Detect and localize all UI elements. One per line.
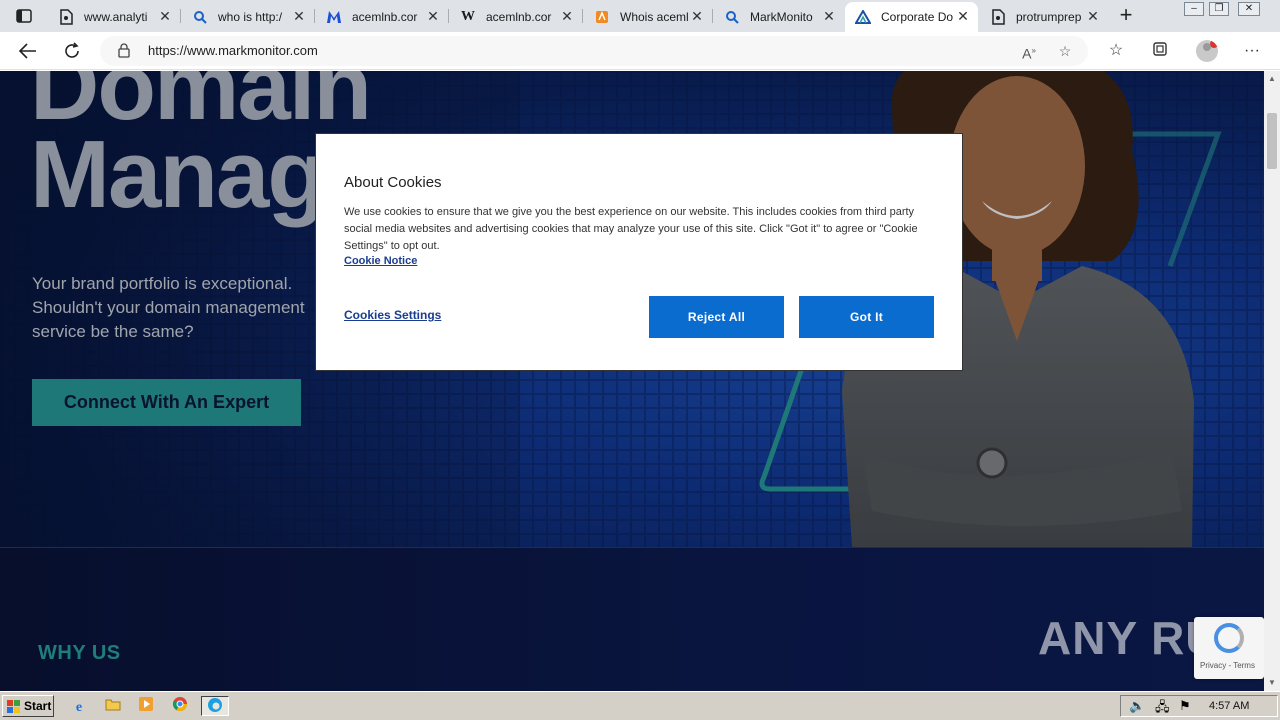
cookie-notice-link[interactable]: Cookie Notice <box>344 255 417 267</box>
tab-close-icon[interactable]: ✕ <box>822 9 836 23</box>
browser-toolbar: https://www.markmonitor.com A» ☆ ☆ ··· <box>0 32 1280 70</box>
new-tab-button[interactable]: + <box>1114 4 1138 28</box>
search-icon <box>724 9 740 25</box>
tab-separator <box>582 9 583 23</box>
clock: 4:57 AM <box>1209 700 1250 712</box>
tab-analytics[interactable]: www.analyti ✕ <box>48 2 180 32</box>
cookie-dialog-title: About Cookies <box>344 174 442 191</box>
url-text: https://www.markmonitor.com <box>148 43 318 58</box>
restore-button[interactable]: ❐ <box>1209 2 1229 16</box>
tab-label: www.analyti <box>84 10 148 24</box>
more-options-icon[interactable]: ··· <box>1240 40 1264 62</box>
cookie-dialog: About Cookies We use cookies to ensure t… <box>315 133 963 371</box>
notification-dot <box>1210 40 1218 48</box>
address-bar[interactable]: https://www.markmonitor.com A» ☆ <box>100 36 1088 66</box>
lock-icon <box>118 43 130 58</box>
tab-markmonitor-search[interactable]: MarkMonito ✕ <box>714 2 844 32</box>
volume-icon[interactable]: 🔈 <box>1129 698 1145 714</box>
tab-close-icon[interactable]: ✕ <box>956 9 970 23</box>
tab-close-icon[interactable]: ✕ <box>560 9 574 23</box>
profile-avatar[interactable] <box>1196 40 1218 62</box>
tab-corporate-domain[interactable]: Corporate Do ✕ <box>845 2 978 32</box>
close-window-button[interactable]: ✕ <box>1238 2 1260 16</box>
edge-taskbar-icon[interactable] <box>201 696 229 716</box>
back-button[interactable] <box>14 38 42 64</box>
refresh-icon <box>65 42 79 58</box>
refresh-button[interactable] <box>58 38 86 64</box>
tab-separator <box>448 9 449 23</box>
tab-protrump[interactable]: protrumprep ✕ <box>980 2 1108 32</box>
system-tray: 🔈 🖧 ⚑ 4:57 AM <box>1120 695 1278 717</box>
search-icon <box>192 9 208 25</box>
page-scrollbar[interactable]: ▲ ▼ <box>1264 71 1280 691</box>
minimize-button[interactable]: – <box>1184 2 1204 16</box>
read-aloud-icon[interactable]: A» <box>1018 41 1040 62</box>
wikipedia-icon: W <box>461 9 475 24</box>
reject-all-button[interactable]: Reject All <box>649 296 784 338</box>
windows-taskbar: Start e 🔈 🖧 ⚑ 4:57 AM <box>0 691 1280 720</box>
close-icon: ✕ <box>1244 3 1254 14</box>
tab-close-icon[interactable]: ✕ <box>1086 9 1100 23</box>
tab-whois[interactable]: Whois aceml ✕ <box>584 2 712 32</box>
tab-close-icon[interactable]: ✕ <box>426 9 440 23</box>
tab-separator <box>314 9 315 23</box>
ie-taskbar-icon[interactable]: e <box>68 696 90 716</box>
got-it-button[interactable]: Got It <box>799 296 934 338</box>
tab-actions-icon <box>16 9 32 23</box>
tab-label: Corporate Do <box>881 10 954 24</box>
cookies-settings-link[interactable]: Cookies Settings <box>344 308 441 322</box>
windows-logo-icon <box>7 699 20 713</box>
cookie-dialog-body: We use cookies to ensure that we give yo… <box>344 206 918 252</box>
folder-taskbar-icon[interactable] <box>102 696 124 716</box>
tab-malwarebytes[interactable]: acemlnb.cor ✕ <box>316 2 448 32</box>
tab-label: who is http:/ <box>218 10 283 24</box>
add-favorite-icon[interactable]: ☆ <box>1054 41 1076 61</box>
tab-separator <box>180 9 181 23</box>
restore-icon: ❐ <box>1214 3 1224 14</box>
recaptcha-badge[interactable]: Privacy - Terms <box>1194 617 1264 679</box>
recaptcha-icon <box>1214 623 1244 653</box>
page-viewport: Domain Manag Your brand portfolio is exc… <box>0 71 1264 691</box>
back-arrow-icon <box>19 43 36 59</box>
flag-icon[interactable]: ⚑ <box>1179 698 1191 714</box>
network-icon[interactable]: 🖧 <box>1155 698 1170 720</box>
tab-strip: www.analyti ✕ who is http:/ ✕ acemlnb.co… <box>0 0 1280 32</box>
minimize-icon: – <box>1191 3 1197 14</box>
document-icon <box>990 9 1006 25</box>
tab-whois-search[interactable]: who is http:/ ✕ <box>182 2 314 32</box>
document-icon <box>58 9 74 25</box>
tab-separator <box>712 9 713 23</box>
tab-actions-button[interactable] <box>8 4 40 28</box>
scroll-down-icon[interactable]: ▼ <box>1264 675 1280 691</box>
malwarebytes-icon <box>326 9 342 25</box>
tab-close-icon[interactable]: ✕ <box>158 9 172 23</box>
recaptcha-links[interactable]: Privacy - Terms <box>1200 661 1255 670</box>
scrollbar-thumb[interactable] <box>1267 113 1277 169</box>
tab-label: acemlnb.cor <box>352 10 418 24</box>
collections-icon[interactable] <box>1148 40 1172 62</box>
start-label: Start <box>24 699 52 713</box>
tab-close-icon[interactable]: ✕ <box>292 9 306 23</box>
favorites-icon[interactable]: ☆ <box>1104 40 1128 62</box>
chrome-taskbar-icon[interactable] <box>169 696 191 716</box>
whois-icon <box>594 9 610 25</box>
scroll-up-icon[interactable]: ▲ <box>1264 71 1280 87</box>
tab-wikipedia[interactable]: W acemlnb.cor ✕ <box>450 2 582 32</box>
start-button[interactable]: Start <box>2 695 54 717</box>
media-player-taskbar-icon[interactable] <box>135 696 157 716</box>
tab-close-icon[interactable]: ✕ <box>690 9 704 23</box>
tab-label: acemlnb.cor <box>486 10 552 24</box>
plus-icon: + <box>1119 2 1133 27</box>
markmonitor-icon <box>855 9 871 25</box>
